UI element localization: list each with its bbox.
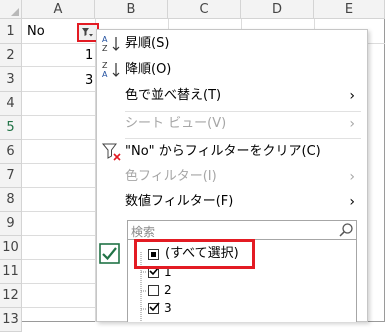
checkbox-label: 1 bbox=[164, 265, 172, 279]
menu-item-sort-descending[interactable]: Z A 降順(O) bbox=[97, 58, 367, 82]
checkbox-value-3[interactable] bbox=[148, 302, 160, 314]
menu-label: 昇順(S) bbox=[125, 36, 170, 51]
grid-line bbox=[22, 91, 96, 92]
column-header-a[interactable]: A bbox=[22, 0, 95, 19]
row-header-12[interactable]: 12 bbox=[0, 284, 22, 308]
column-header-e[interactable]: E bbox=[314, 0, 385, 19]
svg-text:Z: Z bbox=[102, 61, 108, 70]
menu-item-sort-ascending[interactable]: A Z 昇順(S) bbox=[97, 32, 367, 56]
filter-dropdown-icon bbox=[82, 28, 93, 37]
svg-text:A: A bbox=[102, 70, 108, 79]
row-header-13[interactable]: 13 bbox=[0, 308, 22, 332]
row-header-3[interactable]: 3 bbox=[0, 67, 22, 92]
grid-line bbox=[22, 235, 96, 236]
menu-label: 降順(O) bbox=[125, 62, 172, 77]
grid-line bbox=[22, 66, 96, 67]
sort-ascending-icon: A Z bbox=[102, 35, 120, 53]
menu-label: 色で並べ替え(T) bbox=[125, 88, 222, 103]
search-icon[interactable] bbox=[338, 222, 354, 238]
row-header-4[interactable]: 4 bbox=[0, 92, 22, 116]
menu-label: "No" からフィルターをクリア(C) bbox=[125, 144, 321, 159]
menu-item-sort-by-color[interactable]: 色で並べ替え(T) › bbox=[97, 84, 367, 108]
row-header-6[interactable]: 6 bbox=[0, 140, 22, 164]
grid-line bbox=[22, 163, 96, 164]
grid-line bbox=[22, 283, 96, 284]
grid-line bbox=[22, 139, 96, 140]
grid-line bbox=[241, 19, 242, 29]
grid-line bbox=[22, 187, 96, 188]
column-header-b[interactable]: B bbox=[95, 0, 168, 19]
checkbox-select-all[interactable] bbox=[148, 249, 159, 260]
select-all-corner[interactable] bbox=[0, 0, 22, 19]
chevron-right-icon: › bbox=[349, 169, 355, 185]
select-all-icon bbox=[99, 243, 120, 264]
grid-line bbox=[22, 259, 96, 260]
row-header-5[interactable]: 5 bbox=[0, 116, 22, 140]
svg-text:Z: Z bbox=[102, 44, 108, 53]
sort-descending-icon: Z A bbox=[102, 61, 120, 79]
row-header-9[interactable]: 9 bbox=[0, 212, 22, 236]
menu-separator bbox=[125, 138, 361, 139]
row-header-8[interactable]: 8 bbox=[0, 188, 22, 212]
menu-label: シート ビュー(V) bbox=[125, 116, 227, 131]
check-icon bbox=[149, 302, 160, 312]
chevron-right-icon: › bbox=[349, 88, 355, 104]
row-header-10[interactable]: 10 bbox=[0, 236, 22, 260]
row-header-11[interactable]: 11 bbox=[0, 260, 22, 284]
search-input[interactable] bbox=[128, 223, 331, 241]
grid-line bbox=[314, 19, 315, 29]
clear-filter-icon bbox=[101, 143, 121, 161]
checkbox-label: 3 bbox=[164, 301, 172, 315]
svg-text:A: A bbox=[102, 35, 108, 44]
chevron-right-icon: › bbox=[349, 194, 355, 210]
cell-a3[interactable]: 3 bbox=[85, 73, 93, 88]
menu-item-clear-filter[interactable]: "No" からフィルターをクリア(C) bbox=[97, 140, 367, 164]
filter-values-list: (すべて選択) 1 2 3 bbox=[127, 240, 357, 322]
cell-a1[interactable]: No bbox=[27, 24, 45, 39]
cell-a2[interactable]: 1 bbox=[85, 48, 93, 63]
grid-line bbox=[22, 115, 96, 116]
menu-label: 色フィルター(I) bbox=[125, 169, 217, 184]
checkbox-value-2[interactable] bbox=[148, 285, 159, 296]
row-header-7[interactable]: 7 bbox=[0, 164, 22, 188]
menu-item-color-filter: 色フィルター(I) › bbox=[97, 165, 367, 189]
checkbox-label: 2 bbox=[164, 283, 172, 297]
grid-line bbox=[22, 211, 96, 212]
menu-item-number-filter[interactable]: 数値フィルター(F) › bbox=[97, 190, 367, 214]
row-header-2[interactable]: 2 bbox=[0, 44, 22, 67]
column-header-d[interactable]: D bbox=[241, 0, 314, 19]
grid-line bbox=[22, 307, 96, 308]
menu-item-sheet-view: シート ビュー(V) › bbox=[97, 112, 367, 136]
grid-line bbox=[168, 19, 169, 29]
row-header-1[interactable]: 1 bbox=[0, 19, 22, 44]
chevron-right-icon: › bbox=[349, 116, 355, 132]
checkbox-value-1[interactable] bbox=[148, 266, 160, 278]
column-header-c[interactable]: C bbox=[168, 0, 241, 19]
search-box[interactable] bbox=[127, 220, 357, 241]
check-icon bbox=[149, 266, 160, 276]
menu-label: 数値フィルター(F) bbox=[125, 194, 234, 209]
checkbox-label: (すべて選択) bbox=[165, 246, 239, 261]
